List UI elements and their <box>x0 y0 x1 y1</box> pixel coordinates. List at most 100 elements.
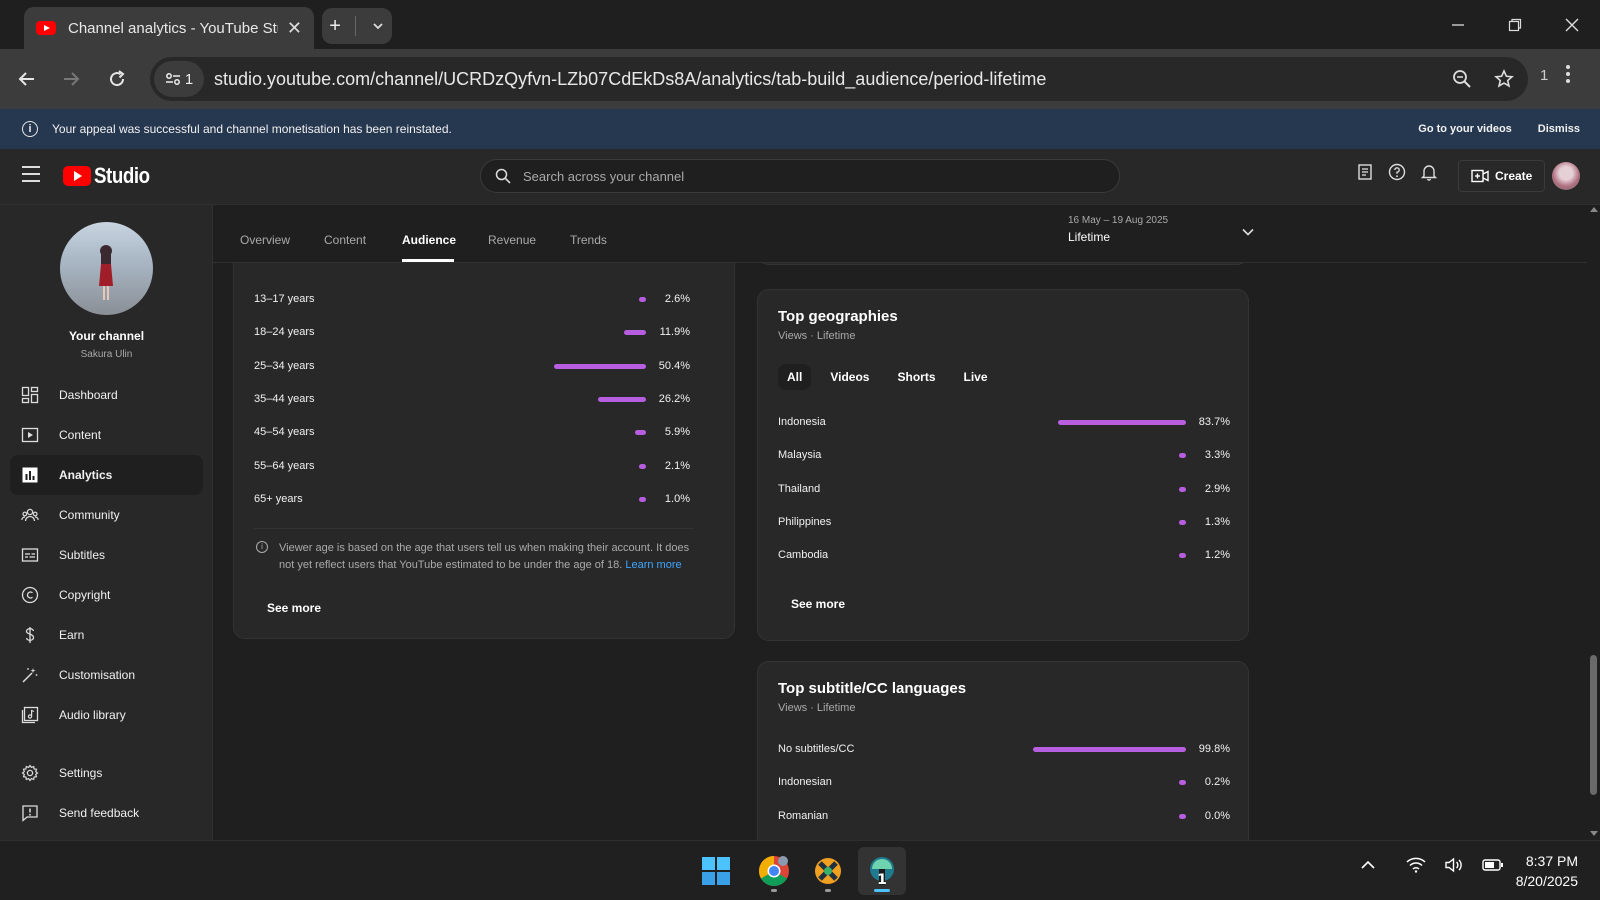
reload-icon[interactable] <box>102 64 132 94</box>
subtitle-card-subtitle: Views · Lifetime <box>778 702 856 714</box>
sidebar-item-customisation[interactable]: Customisation <box>10 655 203 695</box>
search-input[interactable] <box>523 168 1083 184</box>
channel-search[interactable] <box>480 159 1120 193</box>
sidebar-item-earn[interactable]: Earn <box>10 615 203 655</box>
period-selector[interactable]: 16 May – 19 Aug 2025 Lifetime <box>1068 215 1268 244</box>
learn-more-link[interactable]: Learn more <box>625 559 681 571</box>
monetisation-notice-banner: i Your appeal was successful and channel… <box>0 109 1600 149</box>
sidebar-item-dashboard[interactable]: Dashboard <box>10 375 203 415</box>
media-player-icon[interactable] <box>804 847 852 895</box>
sidebar-item-analytics[interactable]: Analytics <box>10 455 203 495</box>
back-arrow-icon[interactable] <box>12 64 42 94</box>
copyright-icon <box>21 586 39 604</box>
row-label: 18–24 years <box>254 326 315 339</box>
close-tab-icon[interactable]: ✕ <box>287 18 302 39</box>
percentage-bar <box>639 496 646 502</box>
breakdown-row: Romanian 0.0% <box>778 809 1230 825</box>
url-text[interactable]: studio.youtube.com/channel/UCRDzQyfvn-LZ… <box>214 69 1046 90</box>
chevron-down-icon[interactable] <box>1241 225 1255 239</box>
breakdown-row: 35–44 years 26.2% <box>254 392 690 408</box>
tune-icon <box>165 72 181 86</box>
divider <box>355 16 357 36</box>
create-button[interactable]: Create <box>1458 160 1546 192</box>
breakdown-row: 55–64 years 2.1% <box>254 459 690 475</box>
notifications-bell-icon[interactable] <box>1420 163 1438 181</box>
tab-trends[interactable]: Trends <box>570 233 607 247</box>
sidebar-item-audio-library[interactable]: Audio library <box>10 695 203 735</box>
volume-icon[interactable] <box>1444 857 1464 873</box>
analytics-tabs: Overview Content Audience Revenue Trends… <box>213 205 1587 263</box>
sidebar-item-community[interactable]: Community <box>10 495 203 535</box>
subtitles-feedback-icon[interactable] <box>1356 163 1374 181</box>
chrome-icon[interactable] <box>750 847 798 895</box>
browser-menu-icon[interactable] <box>1565 64 1571 84</box>
tab-overview[interactable]: Overview <box>240 233 290 247</box>
viewer-age-card: 13–17 years 2.6% 18–24 years 11.9% 25–34 yea… <box>233 205 735 639</box>
active-tab-indicator <box>402 259 454 262</box>
tab-content[interactable]: Content <box>324 233 366 247</box>
row-percentage: 1.3% <box>1204 515 1230 528</box>
windows-start-icon[interactable] <box>692 847 740 895</box>
feedback-icon <box>21 804 39 822</box>
browser-tab[interactable]: Channel analytics - YouTube Studio ✕ <box>24 7 314 49</box>
chip-live[interactable]: Live <box>955 364 997 390</box>
scroll-up-arrow-icon[interactable] <box>1590 207 1598 212</box>
sidebar-item-label: Copyright <box>59 588 111 602</box>
running-indicator <box>771 889 777 892</box>
system-clock[interactable]: 8:37 PM 8/20/2025 <box>1516 851 1578 891</box>
forward-arrow-icon[interactable] <box>56 64 86 94</box>
row-percentage: 99.8% <box>1198 743 1230 755</box>
tab-revenue[interactable]: Revenue <box>488 233 536 247</box>
site-info-button[interactable]: 1 <box>154 61 204 97</box>
sidebar-item-copyright[interactable]: Copyright <box>10 575 203 615</box>
sidebar-item-subtitles[interactable]: Subtitles <box>10 535 203 575</box>
breakdown-row: Malaysia 3.3% <box>778 448 1230 464</box>
studio-logo[interactable]: Studio <box>63 163 159 189</box>
sidebar-item-settings[interactable]: Settings <box>10 753 203 793</box>
chip-all[interactable]: All <box>778 364 812 390</box>
top-subtitle-languages-card: Top subtitle/CC languages Views · Lifeti… <box>757 661 1249 840</box>
extensions-count[interactable]: 1 <box>1540 67 1548 84</box>
sidebar-item-label: Analytics <box>59 468 113 482</box>
pinned-app-icon[interactable]: 1 <box>858 847 906 895</box>
page-scrollbar[interactable] <box>1587 205 1600 840</box>
studio-logo-text: Studio <box>94 163 150 188</box>
chevron-up-icon[interactable] <box>1360 857 1376 873</box>
row-label: 13–17 years <box>254 293 315 305</box>
scroll-thumb[interactable] <box>1590 655 1597 795</box>
chip-videos[interactable]: Videos <box>821 364 878 390</box>
row-label: 55–64 years <box>254 459 315 472</box>
youtube-favicon-icon <box>36 21 56 35</box>
address-bar[interactable]: 1 studio.youtube.com/channel/UCRDzQyfvn-… <box>150 57 1528 101</box>
dismiss-button[interactable]: Dismiss <box>1538 123 1580 135</box>
tab-audience[interactable]: Audience <box>402 233 456 247</box>
percentage-bar <box>598 396 646 402</box>
new-tab-icon[interactable]: + <box>329 15 341 38</box>
tab-search-chevron-icon[interactable] <box>371 19 385 33</box>
browser-toolbar: 1 studio.youtube.com/channel/UCRDzQyfvn-… <box>0 49 1600 109</box>
geo-see-more-button[interactable]: See more <box>778 591 858 617</box>
row-label: Cambodia <box>778 549 829 562</box>
restore-icon[interactable] <box>1486 0 1543 49</box>
scroll-down-arrow-icon[interactable] <box>1590 831 1598 836</box>
account-avatar[interactable] <box>1552 162 1580 190</box>
age-see-more-button[interactable]: See more <box>254 595 334 621</box>
close-window-icon[interactable] <box>1543 0 1600 49</box>
sidebar-item-content[interactable]: Content <box>10 415 203 455</box>
bookmark-star-icon[interactable] <box>1494 69 1514 89</box>
wifi-icon[interactable] <box>1406 857 1426 873</box>
geo-card-title: Top geographies <box>778 308 898 325</box>
zoom-icon[interactable] <box>1452 69 1472 89</box>
community-icon <box>21 506 39 524</box>
menu-icon[interactable] <box>22 166 40 187</box>
battery-icon[interactable] <box>1482 858 1504 872</box>
clock-time: 8:37 PM <box>1525 853 1578 869</box>
channel-avatar[interactable] <box>60 222 153 315</box>
help-icon[interactable] <box>1388 163 1406 181</box>
row-percentage: 2.6% <box>664 293 690 305</box>
go-to-videos-button[interactable]: Go to your videos <box>1418 123 1512 135</box>
minimize-icon[interactable] <box>1429 0 1486 49</box>
dashboard-icon <box>21 386 39 404</box>
sidebar-item-send-feedback[interactable]: Send feedback <box>10 793 203 833</box>
chip-shorts[interactable]: Shorts <box>888 364 944 390</box>
